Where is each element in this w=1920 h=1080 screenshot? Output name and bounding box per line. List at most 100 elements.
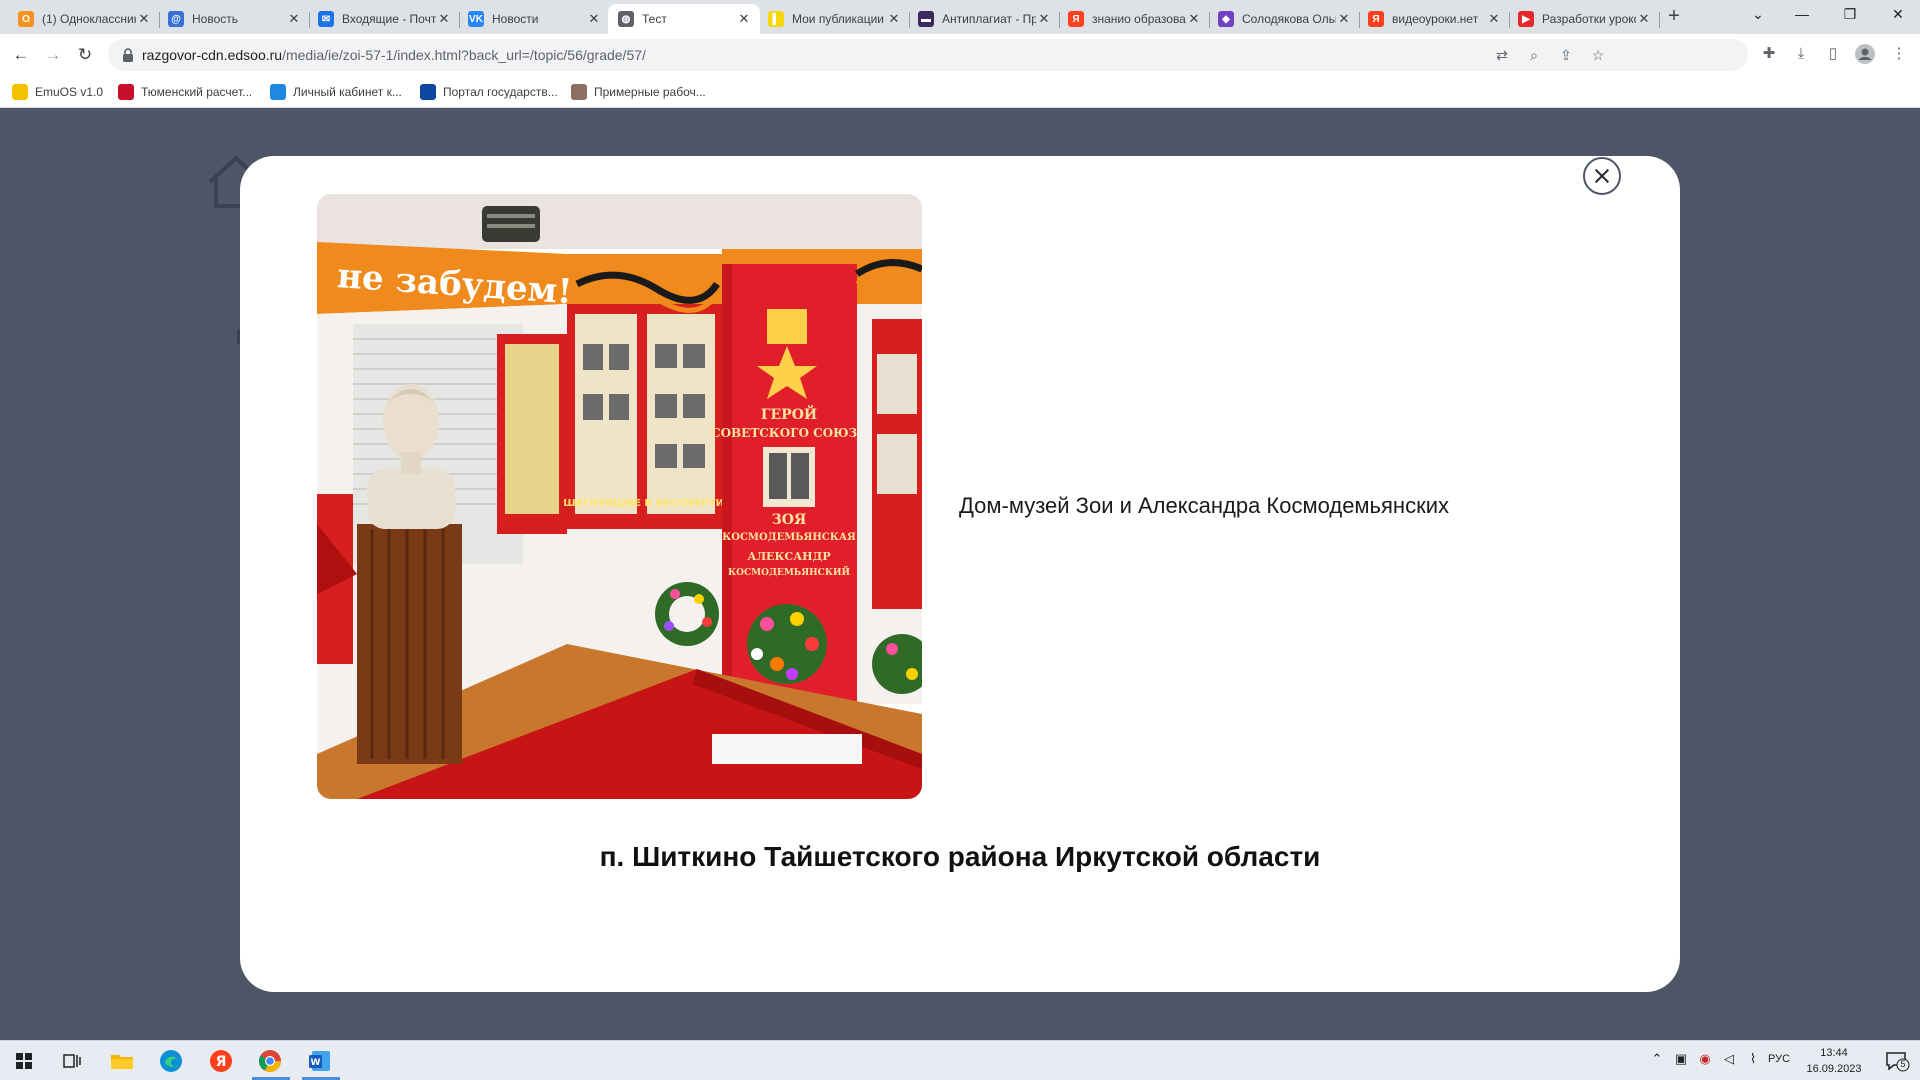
- share-icon[interactable]: ⇪: [1558, 47, 1574, 63]
- browser-tab[interactable]: ▬ Антиплагиат - Проверка✕: [908, 4, 1060, 34]
- new-tab-button[interactable]: +: [1661, 4, 1687, 30]
- bookmark-label: EmuOS v1.0: [35, 85, 104, 99]
- tab-favicon-icon: @: [168, 11, 184, 27]
- tab-title: Разработки уроков: [1542, 12, 1636, 26]
- close-window-button[interactable]: ✕: [1876, 0, 1920, 30]
- bookmark-item[interactable]: Тюменский расчет...: [118, 83, 252, 101]
- photo-stand-title-1: ГЕРОЙ: [761, 404, 817, 423]
- translate-icon[interactable]: ⇄: [1494, 47, 1510, 63]
- bookmark-item[interactable]: Личный кабинет к...: [270, 83, 402, 101]
- tab-close-icon[interactable]: ✕: [1336, 11, 1352, 27]
- extensions-icon[interactable]: ✚: [1759, 44, 1779, 64]
- tray-network-warning-icon[interactable]: ◉: [1696, 1051, 1714, 1067]
- bookmark-label: Личный кабинет к...: [293, 85, 402, 99]
- page-content: ШАГНУВШИЕ В БЕССМЕРТИЕ ГЕРОЙ СОВЕТСКОГО …: [0, 108, 1920, 1040]
- clock[interactable]: 13:44 16.09.2023: [1804, 1045, 1864, 1077]
- bookmark-item[interactable]: EmuOS v1.0: [12, 83, 103, 101]
- tray-device-icon[interactable]: ▣: [1672, 1051, 1690, 1067]
- tab-title: (1) Одноклассники: [42, 12, 136, 26]
- tab-title: знанио образование: [1092, 12, 1186, 26]
- browser-tab[interactable]: Явидеоуроки.нет ✕: [1358, 4, 1510, 34]
- forward-button[interactable]: →: [41, 43, 65, 67]
- task-view-icon[interactable]: [58, 1047, 86, 1075]
- bookmark-favicon-icon: [571, 84, 587, 100]
- windows-start-icon[interactable]: [10, 1047, 38, 1075]
- word-icon[interactable]: W: [306, 1047, 334, 1075]
- zoom-icon[interactable]: ⌕: [1526, 47, 1542, 63]
- tab-close-icon[interactable]: ✕: [1186, 11, 1202, 27]
- browser-tab[interactable]: ▶ Разработки уроков✕: [1508, 4, 1660, 34]
- browser-tab[interactable]: @ Новость ✕: [158, 4, 310, 34]
- tab-title: Новости: [492, 12, 539, 26]
- tab-favicon-icon: ◍: [618, 11, 634, 27]
- tab-favicon-icon: ▶: [1518, 11, 1534, 27]
- tab-favicon-icon: О: [18, 11, 34, 27]
- back-button[interactable]: ←: [9, 43, 33, 67]
- address-bar[interactable]: razgovor-cdn.edsoo.ru/media/ie/zoi-57-1/…: [108, 39, 1748, 71]
- browser-tab[interactable]: ◆ Солодякова Ольга ✕: [1208, 4, 1360, 34]
- clock-time: 13:44: [1820, 1047, 1848, 1059]
- tab-close-icon[interactable]: ✕: [436, 11, 452, 27]
- windows-taskbar: Я W ⌃ ▣ ◉ ◁ ⌇ РУС 13:44 16.09.2023 5: [0, 1040, 1920, 1080]
- url-host: razgovor-cdn.edsoo.ru: [142, 47, 283, 63]
- tab-close-icon[interactable]: ✕: [1036, 11, 1052, 27]
- photo-stand-name-3: АЛЕКСАНДР: [747, 550, 830, 563]
- url-text[interactable]: razgovor-cdn.edsoo.ru/media/ie/zoi-57-1/…: [142, 47, 646, 63]
- tab-close-icon[interactable]: ✕: [136, 11, 152, 27]
- tab-strip: + ⌄ — ❐ ✕ О (1) Одноклассники ✕ @ Новость ✕ ✉ В…: [0, 0, 1920, 34]
- bookmark-star-icon[interactable]: ☆: [1590, 47, 1606, 63]
- download-icon[interactable]: ⤓: [1791, 44, 1811, 64]
- menu-icon[interactable]: ⋮: [1889, 44, 1909, 64]
- bookmark-item[interactable]: Портал государств...: [420, 83, 558, 101]
- browser-tab[interactable]: ▌ Мои публикации ✕: [758, 4, 910, 34]
- tab-separator: [1659, 12, 1660, 28]
- side-panel-icon[interactable]: ▯: [1823, 44, 1843, 64]
- maximize-button[interactable]: ❐: [1828, 0, 1872, 30]
- chrome-icon[interactable]: [256, 1047, 284, 1075]
- tab-close-icon[interactable]: ✕: [736, 11, 752, 27]
- tab-title: видеоуроки.нет: [1392, 12, 1479, 26]
- minimize-button[interactable]: —: [1780, 0, 1824, 30]
- tab-close-icon[interactable]: ✕: [1486, 11, 1502, 27]
- language-indicator[interactable]: РУС: [1768, 1053, 1790, 1065]
- bookmarks-bar: EmuOS v1.0 Тюменский расчет... Личный каби…: [0, 76, 1920, 108]
- bookmark-favicon-icon: [118, 84, 134, 100]
- tab-favicon-icon: ✉: [318, 11, 334, 27]
- tab-close-icon[interactable]: ✕: [286, 11, 302, 27]
- lock-icon[interactable]: [120, 47, 136, 63]
- wifi-icon[interactable]: ⌇: [1744, 1051, 1762, 1067]
- tab-favicon-icon: VK: [468, 11, 484, 27]
- tab-title: Мои публикации: [792, 12, 884, 26]
- photo-stand-name-2: КОСМОДЕМЬЯНСКАЯ: [722, 532, 856, 543]
- browser-tab[interactable]: О (1) Одноклассники ✕: [8, 4, 160, 34]
- clock-date: 16.09.2023: [1806, 1063, 1862, 1075]
- browser-tab[interactable]: ◍ Тест ✕: [608, 4, 760, 34]
- browser-tab[interactable]: Язнанио образование✕: [1058, 4, 1210, 34]
- edge-icon[interactable]: [157, 1047, 185, 1075]
- photo-stand-title-2: СОВЕТСКОГО СОЮЗА: [711, 426, 867, 440]
- browser-tab[interactable]: VK Новости ✕: [458, 4, 610, 34]
- volume-muted-icon[interactable]: ◁: [1720, 1051, 1738, 1067]
- close-modal-button[interactable]: [1583, 157, 1621, 195]
- profile-icon[interactable]: [1855, 44, 1875, 64]
- file-explorer-icon[interactable]: [108, 1047, 136, 1075]
- tab-favicon-icon: ▌: [768, 11, 784, 27]
- tab-search-button[interactable]: ⌄: [1736, 0, 1780, 30]
- location-subtitle: п. Шиткино Тайшетского района Иркутской …: [599, 841, 1321, 872]
- tab-title: Антиплагиат - Проверка: [942, 12, 1036, 26]
- tab-title: Солодякова Ольга: [1242, 12, 1336, 26]
- notifications-count: 5: [1900, 1059, 1906, 1069]
- photo-stand-name-1: ЗОЯ: [772, 512, 807, 528]
- tab-title: Тест: [642, 12, 667, 26]
- reload-button[interactable]: ↻: [73, 43, 97, 67]
- tab-close-icon[interactable]: ✕: [1636, 11, 1652, 27]
- tab-close-icon[interactable]: ✕: [886, 11, 902, 27]
- bookmark-item[interactable]: Примерные рабоч...: [571, 83, 706, 101]
- yandex-browser-icon[interactable]: Я: [207, 1047, 235, 1075]
- tray-overflow-icon[interactable]: ⌃: [1648, 1051, 1666, 1067]
- bookmark-favicon-icon: [12, 84, 28, 100]
- tab-favicon-icon: ▬: [918, 11, 934, 27]
- browser-tab[interactable]: ✉ Входящие - Почта ✕: [308, 4, 460, 34]
- bookmark-label: Портал государств...: [443, 85, 558, 99]
- tab-close-icon[interactable]: ✕: [586, 11, 602, 27]
